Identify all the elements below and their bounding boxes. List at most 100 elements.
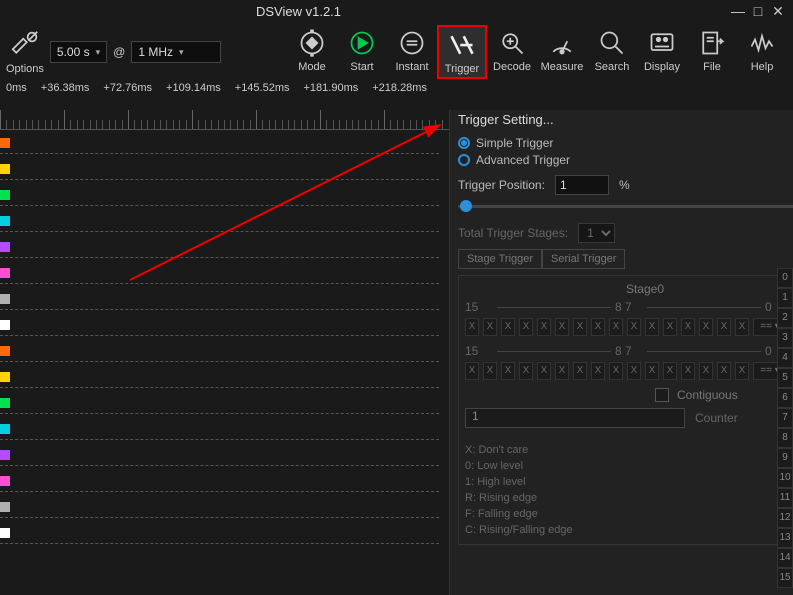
channel-flag-icon (0, 138, 10, 148)
bit-cell: X (717, 362, 731, 380)
legend-line: C: Rising/Falling edge (465, 522, 793, 538)
trigger-icon (446, 29, 478, 61)
trigger-position-input[interactable] (555, 175, 609, 195)
start-button[interactable]: Start (337, 25, 387, 79)
instant-button[interactable]: Instant (387, 25, 437, 79)
channel-row[interactable] (0, 468, 449, 494)
channel-flag-icon (0, 320, 10, 330)
channel-flag-icon (0, 242, 10, 252)
channel-flag-icon (0, 164, 10, 174)
bit-cell: X (591, 362, 605, 380)
mode-button[interactable]: Mode (287, 25, 337, 79)
radio-icon (458, 137, 470, 149)
duration-select[interactable]: 5.00 s ▾ (50, 41, 107, 63)
counter-label: Counter (695, 411, 738, 425)
side-channel-number[interactable]: 1 (777, 288, 793, 308)
bit-cell: X (483, 318, 497, 336)
channel-row[interactable] (0, 494, 449, 520)
side-channel-number[interactable]: 12 (777, 508, 793, 528)
options-label: Options (6, 63, 44, 75)
time-tick-label: +109.14ms (166, 82, 221, 94)
channel-row[interactable] (0, 442, 449, 468)
side-channel-number[interactable]: 4 (777, 348, 793, 368)
side-channel-number[interactable]: 7 (777, 408, 793, 428)
trigger-position-label: Trigger Position: (458, 178, 545, 192)
total-stages-label: Total Trigger Stages: (458, 226, 568, 240)
channel-row[interactable] (0, 520, 449, 546)
annotation-arrow (130, 120, 449, 290)
bit-cell: X (465, 318, 479, 336)
maximize-button[interactable]: □ (749, 3, 767, 19)
samplerate-select[interactable]: 1 MHz ▾ (131, 41, 221, 63)
close-button[interactable]: ✕ (769, 3, 787, 19)
side-channel-number[interactable]: 5 (777, 368, 793, 388)
channel-row[interactable] (0, 338, 449, 364)
side-channel-number[interactable]: 11 (777, 488, 793, 508)
minimize-button[interactable]: — (729, 3, 747, 19)
bit-cell: X (627, 318, 641, 336)
tool-label: Start (350, 61, 373, 73)
side-channel-number[interactable]: 10 (777, 468, 793, 488)
time-tick-label: 0ms (6, 82, 27, 94)
channel-row[interactable] (0, 312, 449, 338)
channel-flag-icon (0, 424, 10, 434)
side-channel-number[interactable]: 6 (777, 388, 793, 408)
stage0-title: Stage0 (465, 282, 793, 296)
measure-button[interactable]: Measure (537, 25, 587, 79)
bit-cell: X (681, 318, 695, 336)
side-channel-number[interactable]: 13 (777, 528, 793, 548)
bit-cell: X (663, 362, 677, 380)
advanced-trigger-radio[interactable]: Advanced Trigger (458, 153, 793, 167)
chevron-down-icon: ▾ (96, 47, 101, 58)
side-channel-number[interactable]: 9 (777, 448, 793, 468)
channel-flag-icon (0, 268, 10, 278)
legend-line: 1: High level (465, 474, 793, 490)
side-channel-number[interactable]: 15 (777, 568, 793, 588)
help-button[interactable]: Help (737, 25, 787, 79)
channel-row[interactable] (0, 390, 449, 416)
bit-cell: X (645, 318, 659, 336)
side-channel-number[interactable]: 8 (777, 428, 793, 448)
tool-label: Measure (541, 61, 584, 73)
instant-icon (396, 27, 428, 59)
channel-flag-icon (0, 372, 10, 382)
at-label: @ (113, 45, 125, 59)
side-channel-number[interactable]: 14 (777, 548, 793, 568)
bit-cell: X (501, 362, 515, 380)
total-stages-select: 1 (578, 223, 615, 243)
channel-flag-icon (0, 502, 10, 512)
search-button[interactable]: Search (587, 25, 637, 79)
file-button[interactable]: File (687, 25, 737, 79)
counter-input: 1 (465, 408, 685, 428)
samplerate-value: 1 MHz (138, 45, 173, 59)
start-icon (346, 27, 378, 59)
trigger-button[interactable]: Trigger (437, 25, 487, 79)
simple-trigger-radio[interactable]: Simple Trigger (458, 136, 793, 150)
channel-row[interactable] (0, 416, 449, 442)
display-button[interactable]: Display (637, 25, 687, 79)
trigger-position-slider[interactable] (458, 199, 793, 213)
tool-label: Display (644, 61, 680, 73)
legend-line: X: Don't care (465, 442, 793, 458)
options-button[interactable]: Options (6, 30, 44, 75)
file-icon (696, 27, 728, 59)
bit-cell: X (573, 362, 587, 380)
decode-button[interactable]: Decode (487, 25, 537, 79)
side-channel-number[interactable]: 3 (777, 328, 793, 348)
time-tick-label: +218.28ms (372, 82, 427, 94)
side-channel-number[interactable]: 0 (777, 268, 793, 288)
display-icon (646, 27, 678, 59)
bit-cell: X (735, 362, 749, 380)
duration-value: 5.00 s (57, 45, 90, 59)
channel-row[interactable] (0, 364, 449, 390)
legend-line: 0: Low level (465, 458, 793, 474)
side-channel-number[interactable]: 2 (777, 308, 793, 328)
channel-flag-icon (0, 528, 10, 538)
bit-cell: X (681, 362, 695, 380)
channel-flag-icon (0, 450, 10, 460)
channel-flag-icon (0, 294, 10, 304)
waveform-area[interactable] (0, 110, 449, 595)
channel-flag-icon (0, 190, 10, 200)
bit-cell: X (645, 362, 659, 380)
tool-label: Instant (395, 61, 428, 73)
